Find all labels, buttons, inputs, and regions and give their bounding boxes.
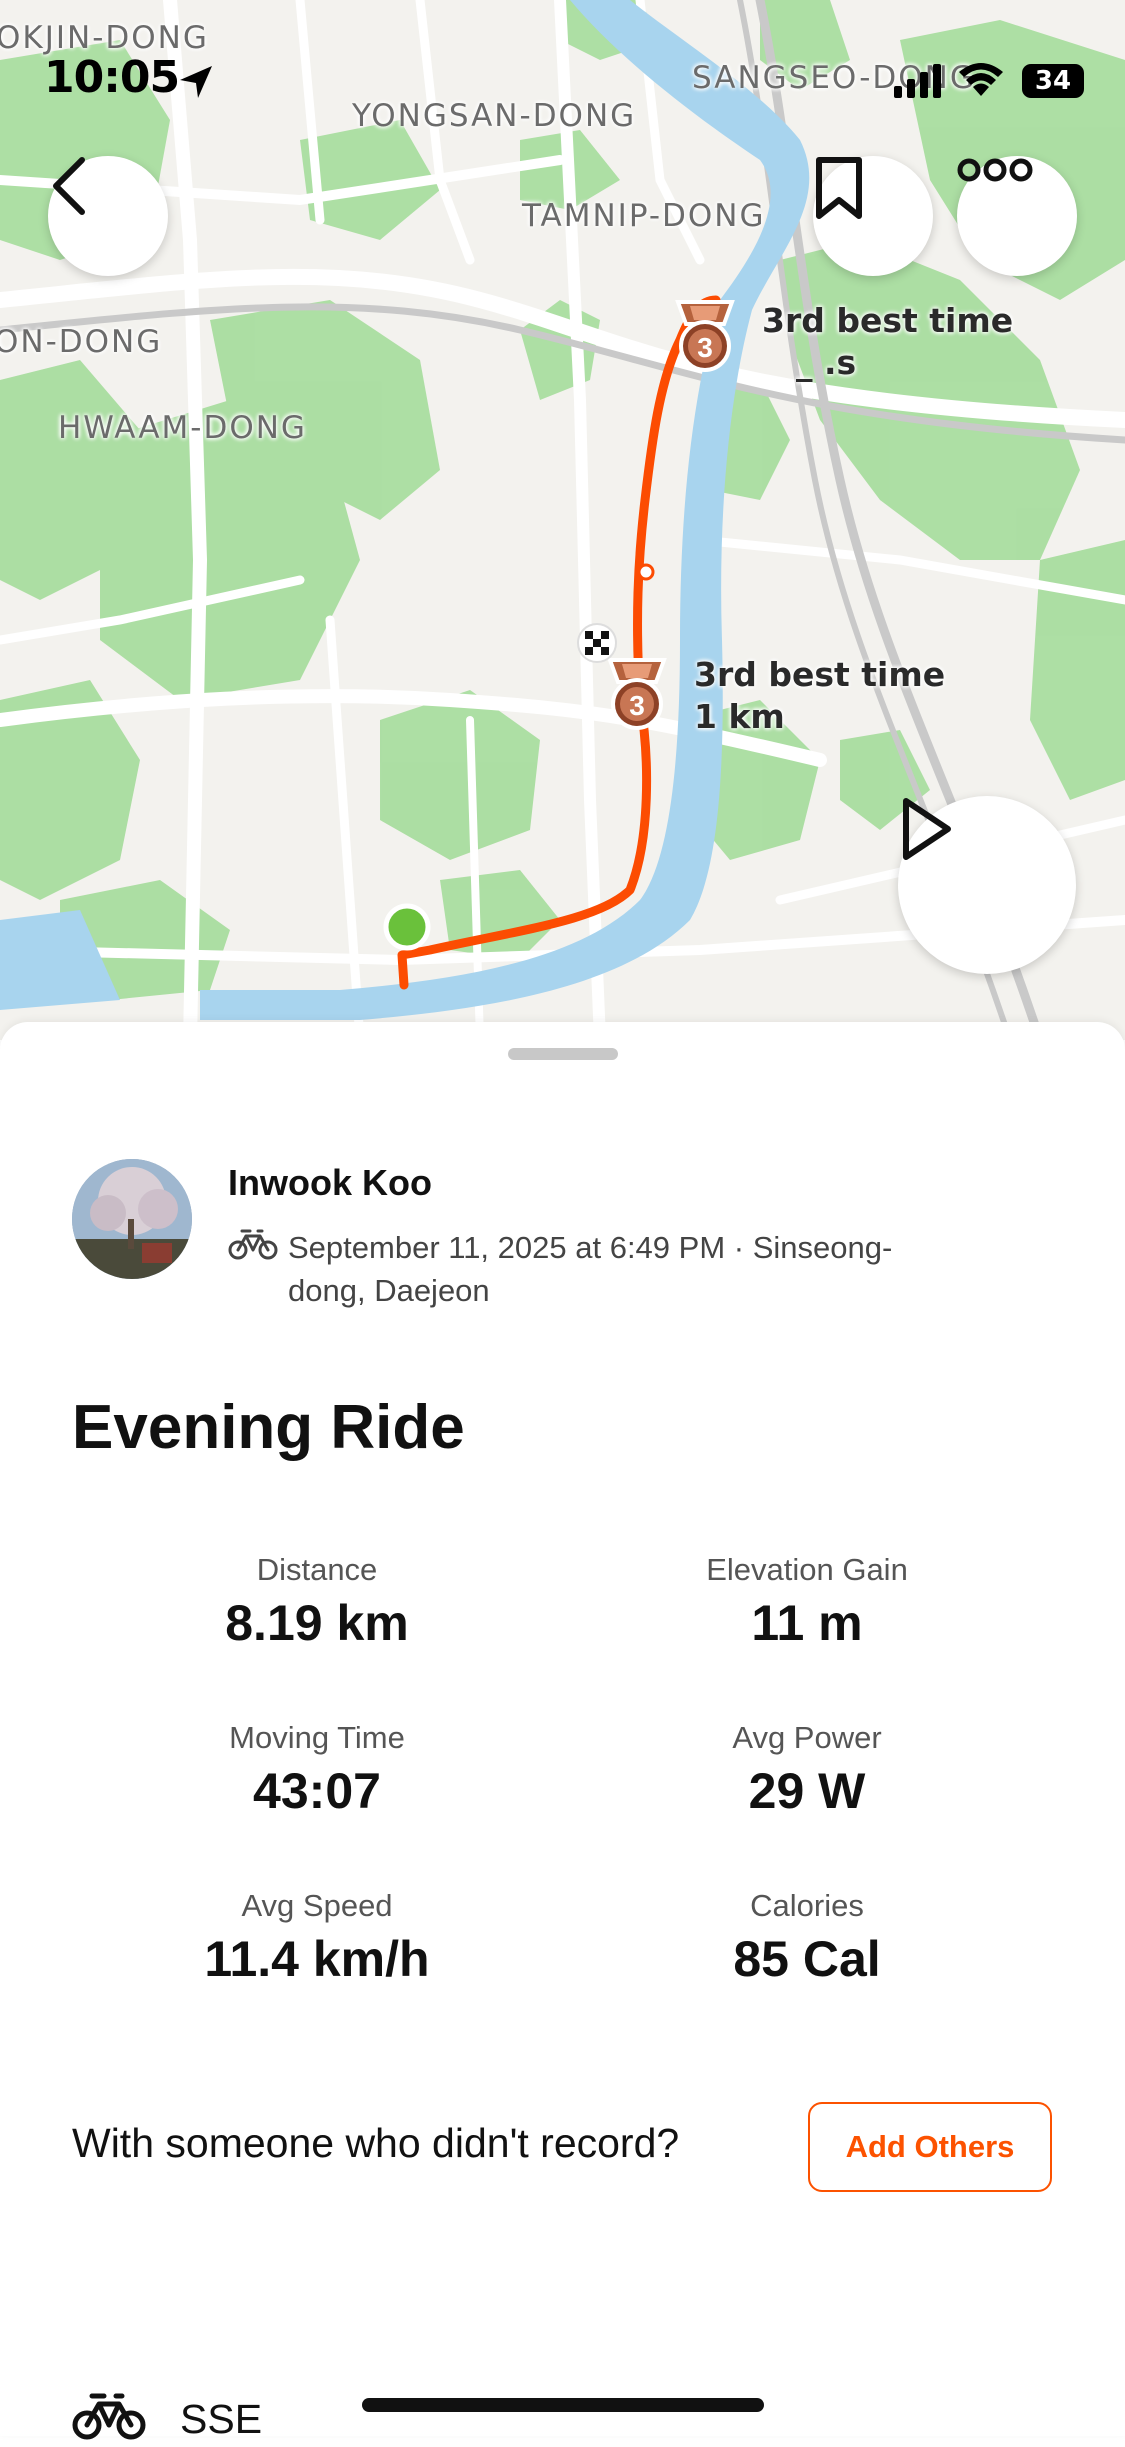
- achievement-segment: 1 km: [694, 697, 785, 736]
- activity-meta: September 11, 2025 at 6:49 PM · Sinseong…: [288, 1230, 893, 1308]
- medal-rank: 3: [697, 332, 713, 363]
- map-label-hwaam: HWAAM-DONG: [58, 410, 307, 446]
- stat-value: 11 m: [751, 1595, 863, 1651]
- achievement-segment: _ .s: [796, 343, 857, 382]
- stat-label: Avg Power: [732, 1720, 882, 1755]
- stat-label: Moving Time: [229, 1720, 405, 1755]
- status-time: 10:05: [44, 52, 180, 103]
- achievement-title: 3rd best time: [762, 301, 1014, 340]
- battery-icon: 34: [1022, 64, 1084, 98]
- stat-label: Calories: [750, 1888, 864, 1923]
- stat-elevation-gain: Elevation Gain 11 m: [577, 1550, 1037, 1656]
- stat-value: 29 W: [748, 1763, 866, 1819]
- back-button[interactable]: [48, 156, 168, 276]
- bike-icon: [228, 1228, 278, 1265]
- stat-avg-power: Avg Power 29 W: [577, 1718, 1037, 1824]
- map-label-on-dong: ON-DONG: [0, 324, 163, 360]
- map-label-tamnip: TAMNIP-DONG: [522, 198, 766, 234]
- stat-value: 8.19 km: [225, 1595, 409, 1651]
- achievement-title: 3rd best time: [694, 655, 946, 694]
- stat-value: 11.4 km/h: [204, 1931, 430, 1987]
- bike-icon: [72, 2390, 146, 2447]
- stat-label: Elevation Gain: [706, 1552, 908, 1587]
- add-others-prompt: With someone who didn't record?: [72, 2120, 680, 2166]
- flyover-play-button[interactable]: [898, 796, 1076, 974]
- avatar[interactable]: [72, 1159, 192, 1279]
- achievement-label[interactable]: 3rd best time _ .s: [762, 300, 1013, 384]
- map-label-okjin: OKJIN-DONG: [0, 20, 209, 56]
- stat-value: 85 Cal: [733, 1931, 881, 1987]
- athlete-name[interactable]: Inwook Koo: [228, 1162, 432, 1204]
- medal-rank: 3: [629, 690, 645, 721]
- activity-sheet: Inwook Koo September 11, 2025 at 6:49 PM…: [0, 1022, 1125, 2442]
- home-indicator[interactable]: [362, 2398, 764, 2412]
- add-others-button[interactable]: Add Others: [808, 2102, 1052, 2192]
- stat-avg-speed: Avg Speed 11.4 km/h: [87, 1886, 547, 1992]
- activity-title: Evening Ride: [72, 1393, 465, 1462]
- stat-value: 43:07: [253, 1763, 381, 1819]
- stat-label: Avg Speed: [241, 1888, 393, 1923]
- stat-calories: Calories 85 Cal: [577, 1886, 1037, 1992]
- sheet-grabber[interactable]: [508, 1048, 618, 1060]
- stat-moving-time: Moving Time 43:07: [87, 1718, 547, 1824]
- stat-label: Distance: [256, 1552, 378, 1587]
- battery-level: 34: [1034, 66, 1072, 96]
- stat-distance: Distance 8.19 km: [87, 1550, 547, 1656]
- more-options-button[interactable]: [957, 156, 1077, 276]
- route-map[interactable]: OKJIN-DONG SANGSEO-DONG YONGSAN-DONG TAM…: [0, 0, 1125, 1040]
- achievement-label[interactable]: 3rd best time 1 km: [694, 654, 945, 738]
- map-label-yongsan: YONGSAN-DONG: [352, 98, 637, 134]
- save-route-button[interactable]: [813, 156, 933, 276]
